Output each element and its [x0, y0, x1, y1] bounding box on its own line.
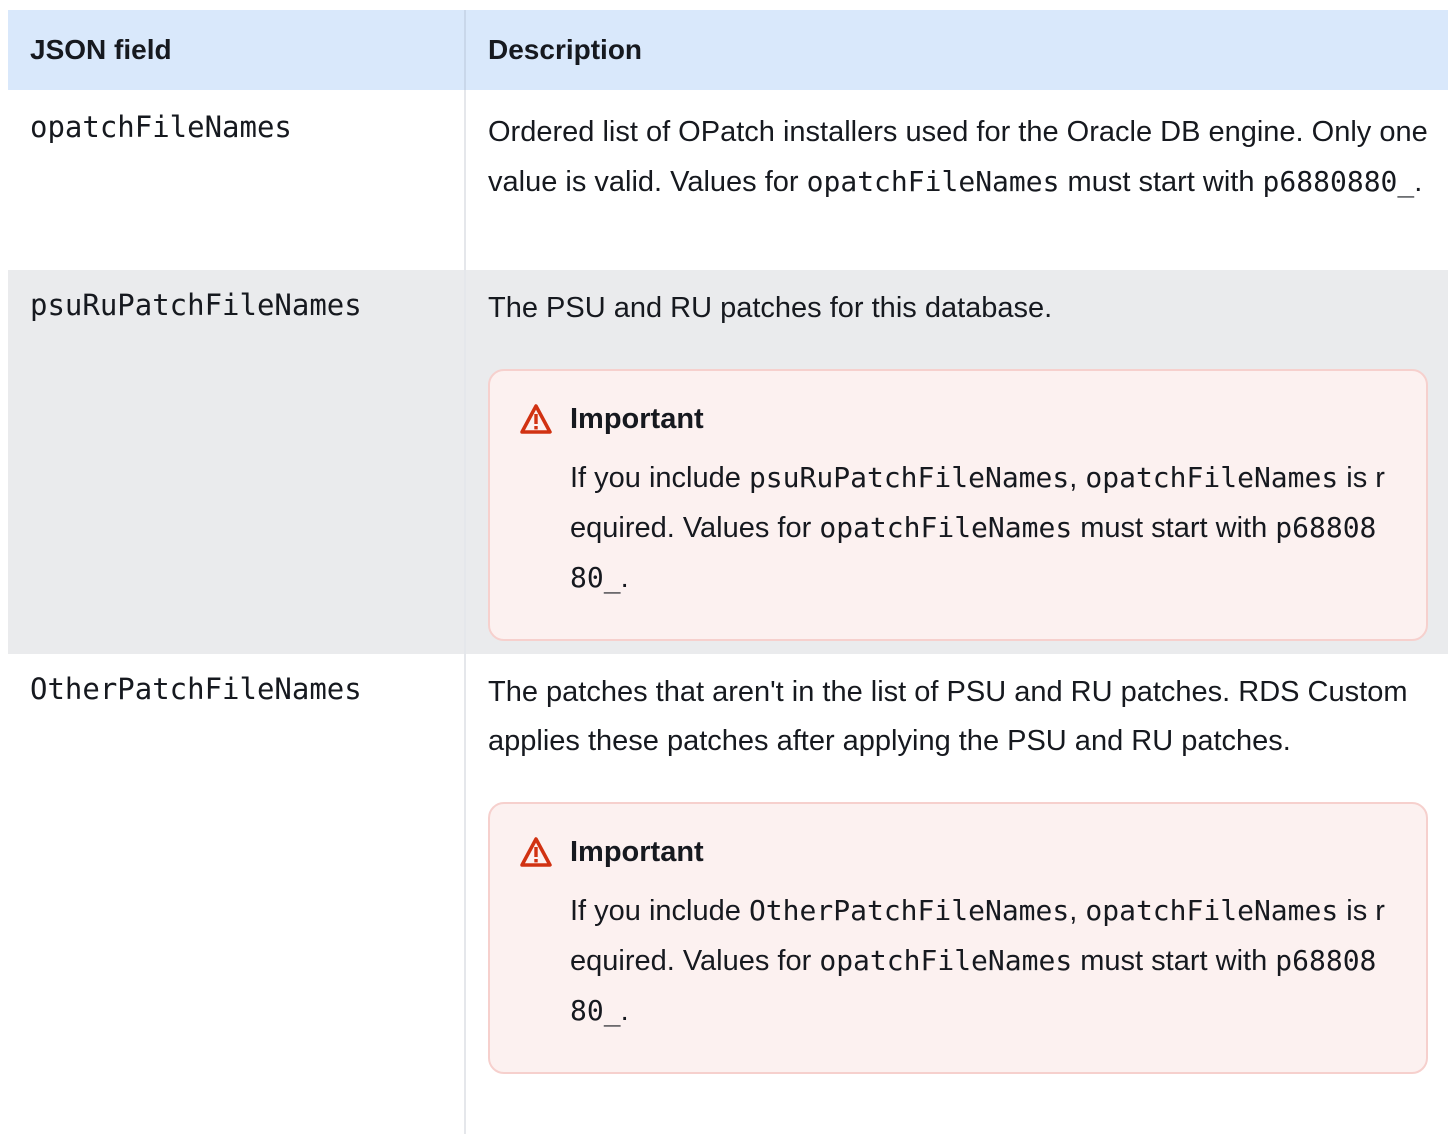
callout-segment: must start with	[1072, 512, 1276, 544]
description-segment: .	[1414, 166, 1423, 198]
warning-triangle-icon	[520, 837, 552, 867]
callout-body: If you include psuRuPatchFileNames, opat…	[570, 453, 1386, 603]
inline-code: p6880880_	[1262, 165, 1415, 198]
field-cell: psuRuPatchFileNames	[8, 270, 466, 654]
callout-segment: If you include	[570, 895, 749, 927]
description-text: The patches that aren't in the list of P…	[488, 676, 1408, 757]
callout-segment: .	[620, 562, 629, 594]
callout-title: Important	[520, 832, 1386, 872]
description-text: Ordered list of OPatch installers used f…	[488, 108, 1438, 207]
important-callout: Important If you include psuRuPatchFileN…	[488, 369, 1428, 641]
callout-segment: If you include	[570, 462, 749, 494]
json-fields-table: JSON field Description opatchFileNames O…	[8, 10, 1448, 1134]
description-cell: The patches that aren't in the list of P…	[466, 654, 1448, 1134]
column-header-description: Description	[488, 34, 643, 65]
callout-title-text: Important	[570, 836, 704, 868]
callout-segment: ,	[1069, 895, 1086, 927]
description-segment: must start with	[1059, 166, 1263, 198]
inline-code: opatchFileNames	[806, 165, 1060, 198]
description-cell: The PSU and RU patches for this database…	[466, 270, 1448, 654]
inline-code: opatchFileNames	[819, 944, 1073, 977]
callout-title: Important	[520, 399, 1386, 439]
description-cell: Ordered list of OPatch installers used f…	[466, 90, 1448, 270]
field-name: psuRuPatchFileNames	[30, 288, 362, 322]
callout-body: If you include OtherPatchFileNames, opat…	[570, 886, 1386, 1036]
column-header-json-field: JSON field	[8, 10, 466, 90]
callout-segment: .	[620, 995, 629, 1027]
field-cell: opatchFileNames	[8, 90, 466, 270]
table-header-row: JSON field Description	[8, 10, 1448, 90]
inline-code: psuRuPatchFileNames	[748, 461, 1070, 494]
field-name: OtherPatchFileNames	[30, 672, 362, 706]
inline-code: OtherPatchFileNames	[748, 894, 1070, 927]
field-cell: OtherPatchFileNames	[8, 654, 466, 1134]
table-row: OtherPatchFileNames The patches that are…	[8, 654, 1448, 1134]
description-text: The PSU and RU patches for this database…	[488, 292, 1053, 324]
table-row: opatchFileNames Ordered list of OPatch i…	[8, 90, 1448, 270]
inline-code: opatchFileNames	[819, 511, 1073, 544]
callout-title-text: Important	[570, 403, 704, 435]
callout-segment: must start with	[1072, 945, 1276, 977]
warning-triangle-icon	[520, 404, 552, 434]
table-row: psuRuPatchFileNames The PSU and RU patch…	[8, 270, 1448, 654]
inline-code: opatchFileNames	[1085, 461, 1339, 494]
important-callout: Important If you include OtherPatchFileN…	[488, 802, 1428, 1074]
inline-code: opatchFileNames	[1085, 894, 1339, 927]
field-name: opatchFileNames	[30, 110, 292, 144]
callout-segment: ,	[1069, 462, 1086, 494]
